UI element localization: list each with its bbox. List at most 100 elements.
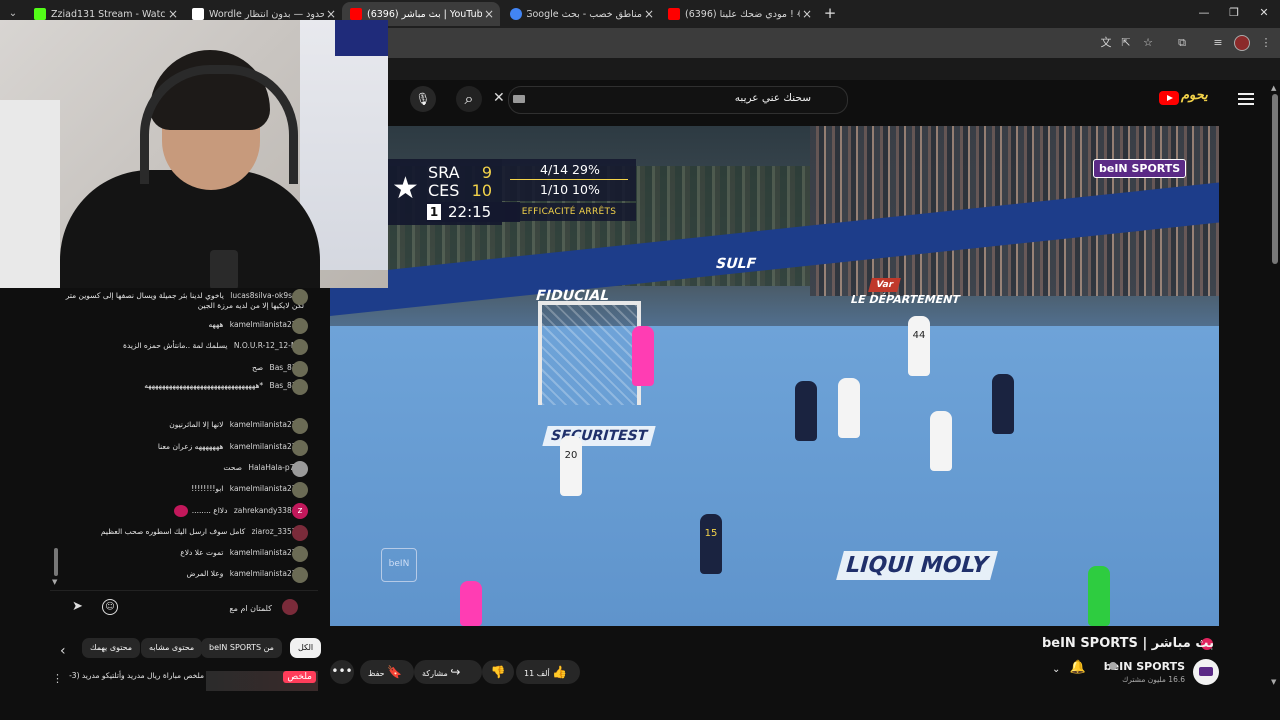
- new-tab-button[interactable]: +: [822, 5, 838, 21]
- close-tab-icon[interactable]: ×: [642, 7, 656, 21]
- star-icon[interactable]: ☆: [1140, 35, 1156, 51]
- jersey-number: 15: [704, 528, 718, 539]
- more-actions-button[interactable]: •••: [330, 660, 354, 684]
- browser-tab-youtube-video[interactable]: (6396) مودي ضحك علينا ! 😂💗 ×: [660, 2, 818, 26]
- notification-bell-icon[interactable]: 🔔: [1068, 660, 1088, 682]
- related-thumbnail-badge: ملخص: [283, 671, 316, 683]
- search-icon: ⌕: [464, 89, 474, 108]
- close-window-button[interactable]: ✕: [1254, 5, 1274, 21]
- avatar[interactable]: [292, 289, 308, 305]
- chat-text: صحت: [223, 463, 242, 472]
- tab-title: (6396) بث مباشر | YouTube: [367, 8, 482, 20]
- cast-icon[interactable]: ⇱: [1118, 35, 1134, 51]
- send-icon[interactable]: ➤: [72, 599, 83, 614]
- scroll-down-arrow-icon[interactable]: ▼: [1271, 678, 1276, 686]
- chips-prev-icon[interactable]: ‹: [60, 643, 66, 659]
- player-44: 44: [908, 316, 930, 376]
- microphone: [210, 250, 238, 288]
- close-tab-icon[interactable]: ×: [482, 7, 496, 21]
- like-count: 11 ألف: [524, 669, 550, 678]
- streamer-body: [60, 170, 320, 288]
- clear-search-icon[interactable]: ✕: [493, 90, 505, 106]
- avatar[interactable]: [292, 379, 308, 395]
- kebab-icon[interactable]: ⋮: [1258, 35, 1274, 51]
- player-dark-2: [992, 374, 1014, 434]
- avatar[interactable]: [292, 461, 308, 477]
- close-tab-icon[interactable]: ×: [800, 7, 814, 21]
- related-video-thumbnail[interactable]: ملخص: [206, 671, 318, 691]
- chat-scrollbar[interactable]: [54, 548, 58, 576]
- jersey-number: 44: [912, 330, 926, 341]
- efficiency-label: EFFICACITÉ ARRÊTS: [502, 203, 636, 221]
- video-title: بث مباشر | beIN SPORTS: [1041, 636, 1214, 651]
- team-score: 10: [471, 181, 492, 200]
- chat-text: كامل سوف ارسل اليك اسطوره صحب العظيم: [100, 527, 246, 536]
- avatar[interactable]: [292, 546, 308, 562]
- save-label: حفظ: [368, 669, 385, 678]
- team-logo-icon: ★: [392, 171, 419, 206]
- chip-all[interactable]: الكل: [290, 638, 322, 658]
- avatar[interactable]: [292, 418, 308, 434]
- chat-text: لانها إلا الماثرنيون: [169, 420, 224, 429]
- tab-title: Wordle بلا حدود — بدون انتظار: [209, 8, 324, 20]
- search-button[interactable]: ⌕: [456, 86, 482, 112]
- maximize-button[interactable]: ❐: [1224, 5, 1244, 21]
- dislike-button[interactable]: 👎: [482, 660, 514, 684]
- chat-text: ابو!!!!!!!!: [191, 484, 224, 493]
- minimize-button[interactable]: —: [1194, 5, 1214, 21]
- video-player[interactable]: SULF FIDUCIAL LE DÉPARTEMENT Var SECURIT…: [330, 126, 1219, 626]
- chat-message: @Bas_81 *ههههههههههههههههههههههههههههههه…: [54, 379, 308, 395]
- chat-text: وعلا المرض: [186, 569, 224, 578]
- avatar[interactable]: [292, 440, 308, 456]
- share-icon: ↪: [450, 665, 461, 679]
- chat-text: *ههههههههههههههههههههههههههههههههه: [144, 381, 264, 390]
- related-video-title[interactable]: ملخص مباراة ريال مدريد وأتلتيكو مدريد (3…: [64, 671, 204, 681]
- close-tab-icon[interactable]: ×: [166, 7, 180, 21]
- youtube-brand-doodle[interactable]: يحوم: [1181, 88, 1208, 103]
- page-scrollbar[interactable]: [1272, 94, 1278, 264]
- channel-avatar[interactable]: [1193, 659, 1219, 685]
- chip-for-you[interactable]: محتوى يهمك: [82, 638, 141, 658]
- avatar[interactable]: [292, 525, 308, 541]
- thumbs-up-icon: 👍: [552, 665, 568, 679]
- goalkeeper: [632, 326, 654, 386]
- youtube-favicon-icon: [668, 8, 680, 20]
- tab-title: Zziad131 Stream - Watch Live o: [51, 8, 166, 20]
- chat-scroll-down-icon[interactable]: ▼: [52, 578, 57, 586]
- voice-search-button[interactable]: 🎙: [410, 86, 436, 112]
- avatar[interactable]: [292, 318, 308, 334]
- avatar[interactable]: z: [292, 503, 308, 519]
- share-button[interactable]: مشاركة ↪: [414, 660, 482, 684]
- avatar[interactable]: [292, 482, 308, 498]
- like-button[interactable]: 11 ألف 👍: [516, 660, 580, 684]
- team-score: 9: [481, 163, 492, 182]
- chat-input[interactable]: كلمتان ام مع: [122, 599, 272, 619]
- avatar[interactable]: [292, 361, 308, 377]
- chip-related[interactable]: محتوى مشابه: [141, 638, 203, 658]
- translate-icon[interactable]: 文: [1098, 35, 1114, 51]
- keyboard-icon[interactable]: [513, 95, 525, 103]
- related-menu-icon[interactable]: ⋮: [52, 672, 63, 685]
- extensions-icon[interactable]: ⧉: [1174, 35, 1190, 51]
- player-white: [838, 378, 860, 438]
- bench-player: [460, 581, 482, 626]
- chevron-down-icon[interactable]: ⌄: [1052, 664, 1060, 675]
- close-tab-icon[interactable]: ×: [324, 7, 338, 21]
- avatar[interactable]: [292, 339, 308, 355]
- webcam-overlay: [0, 20, 388, 288]
- youtube-logo-icon[interactable]: [1159, 91, 1179, 105]
- profile-icon[interactable]: [1234, 35, 1250, 51]
- thumbs-down-icon: 👎: [490, 665, 506, 679]
- scroll-up-arrow-icon[interactable]: ▲: [1271, 84, 1276, 92]
- chip-from-channel[interactable]: من beIN SPORTS: [201, 638, 282, 658]
- browser-tab-google[interactable]: مناطق خصب - بحث Google ×: [502, 2, 660, 26]
- chat-text: دلااع ........: [191, 506, 228, 515]
- avatar[interactable]: [292, 567, 308, 583]
- player-white-2: [930, 411, 952, 471]
- save-button[interactable]: حفظ 🔖: [360, 660, 414, 684]
- emoji-icon[interactable]: ☺: [102, 599, 118, 615]
- media-icon[interactable]: ≡: [1210, 35, 1226, 51]
- search-input[interactable]: سحنك عني عريبه: [508, 86, 848, 114]
- player-20: 20: [560, 436, 582, 496]
- hamburger-menu-icon[interactable]: [1238, 90, 1254, 106]
